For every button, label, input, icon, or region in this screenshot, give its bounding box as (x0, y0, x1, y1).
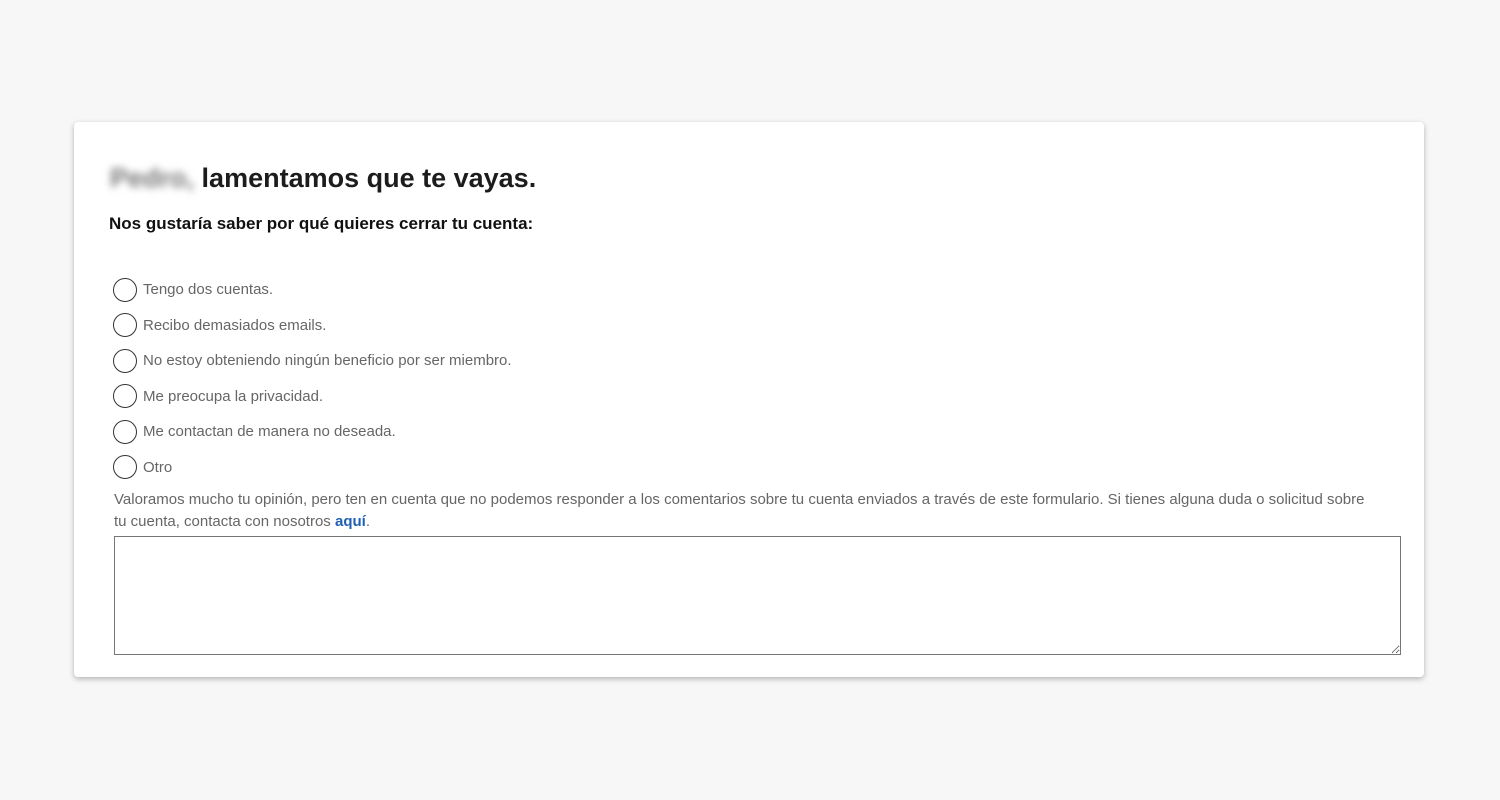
reason-label: Otro (143, 458, 173, 476)
radio-button[interactable] (113, 348, 137, 373)
radio-button[interactable] (113, 455, 137, 480)
contact-link[interactable]: aquí (335, 513, 366, 530)
reason-option-too-many-emails[interactable]: Recibo demasiados emails. (113, 308, 512, 344)
comments-textarea[interactable] (114, 536, 1401, 655)
note-text: Valoramos mucho tu opinión, pero ten en … (114, 491, 1365, 530)
reason-option-unwanted-contact[interactable]: Me contactan de manera no deseada. (113, 414, 512, 450)
title-text: lamentamos que te vayas. (201, 163, 537, 193)
note-trailing: . (365, 513, 370, 530)
radio-button[interactable] (113, 384, 137, 409)
reason-option-no-benefit[interactable]: No estoy obteniendo ningún beneficio por… (113, 343, 512, 379)
reason-label: Me contactan de manera no deseada. (143, 423, 396, 441)
radio-button[interactable] (113, 313, 137, 338)
reason-option-two-accounts[interactable]: Tengo dos cuentas. (113, 272, 512, 308)
reason-label: Tengo dos cuentas. (143, 281, 274, 299)
radio-button[interactable] (113, 419, 137, 444)
user-name-blurred: Pedro, (110, 163, 195, 193)
reason-option-other[interactable]: Otro (113, 450, 512, 486)
reason-options: Tengo dos cuentas. Recibo demasiados ema… (113, 272, 512, 485)
close-account-card: Pedro, lamentamos que te vayas. Nos gust… (74, 122, 1424, 677)
reason-label: No estoy obteniendo ningún beneficio por… (143, 352, 512, 370)
page-title: Pedro, lamentamos que te vayas. (110, 160, 536, 196)
reason-label: Me preocupa la privacidad. (143, 387, 324, 405)
reason-question: Nos gustaría saber por qué quieres cerra… (109, 214, 534, 233)
radio-button[interactable] (113, 277, 137, 302)
feedback-note: Valoramos mucho tu opinión, pero ten en … (114, 489, 1374, 533)
reason-label: Recibo demasiados emails. (143, 316, 327, 334)
reason-option-privacy[interactable]: Me preocupa la privacidad. (113, 379, 512, 415)
